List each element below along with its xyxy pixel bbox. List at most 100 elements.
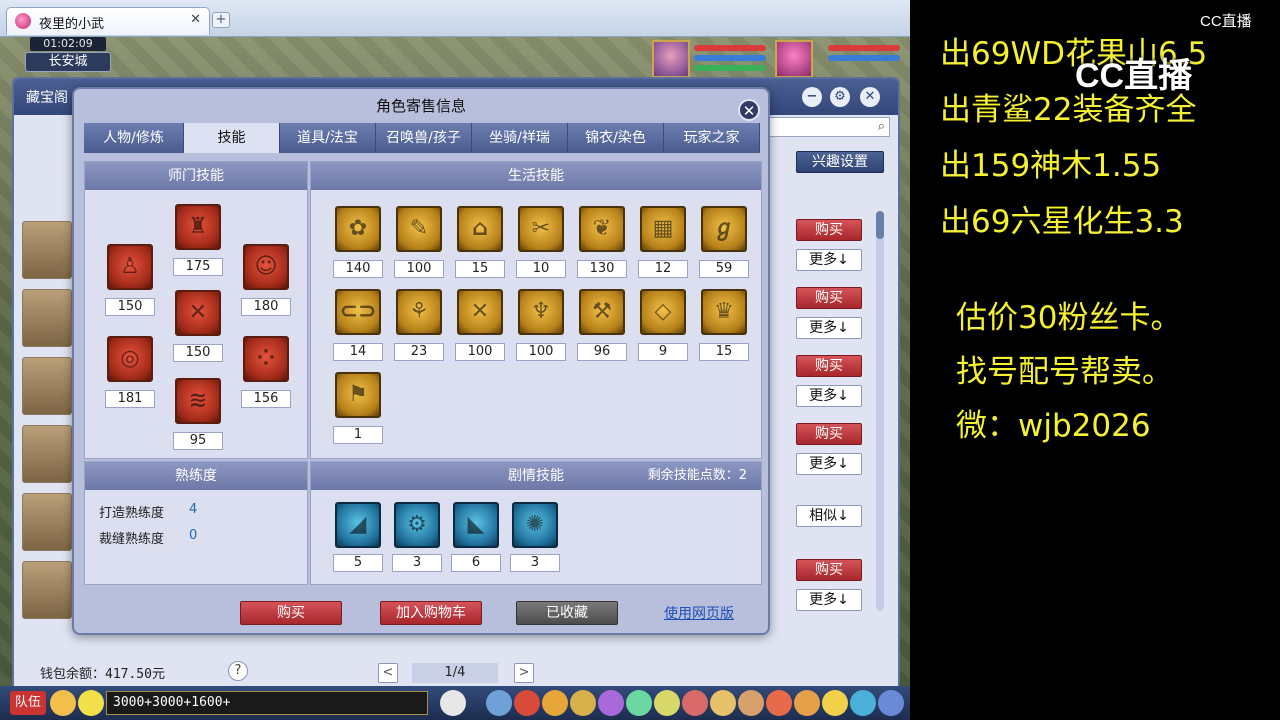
pet-menu-icon[interactable] [626,690,652,716]
life-skill-icon[interactable]: ⊂⊃ [335,289,381,335]
scrollbar-thumb[interactable] [876,211,884,239]
story-skill-icon[interactable]: ✺ [512,502,558,548]
school-skill-icon[interactable]: ☺ [243,244,289,290]
story-skill-icon[interactable]: ◣ [453,502,499,548]
collected-button[interactable]: 已收藏 [516,601,618,625]
school-skill-icon[interactable]: ◎ [107,336,153,382]
listing-thumbnail[interactable] [22,493,72,551]
story-skills-panel: 剧情技能 剩余技能点数：2 ◢ 5 ⚙ 3 ◣ 6 ✺ 3 [310,461,762,585]
life-skill-icon[interactable]: ℊ [701,206,747,252]
new-tab-button[interactable]: + [212,12,230,28]
player-avatar[interactable] [652,40,690,78]
listing-more-button[interactable]: 更多↓ [796,249,862,271]
life-skill-icon[interactable]: ♆ [518,289,564,335]
prev-page-button[interactable]: < [378,663,398,683]
microphone-icon[interactable] [50,690,76,716]
minimize-button[interactable]: − [802,87,822,107]
shop-icon[interactable] [766,690,792,716]
story-skill-icon[interactable]: ⚙ [394,502,440,548]
school-skill-level: 180 [241,298,291,316]
friends-icon[interactable] [738,690,764,716]
task-icon[interactable] [654,690,680,716]
next-page-button[interactable]: > [514,663,534,683]
close-window-button[interactable]: ✕ [860,87,880,107]
settings-button[interactable]: ⚙ [830,87,850,107]
life-skill-icon[interactable]: ⌂ [457,206,503,252]
listing-buy-button[interactable]: 购买 [796,559,862,581]
life-skills-panel: 生活技能 ✿ 140 ✎ 100 ⌂ 15 ✂ 10 ❦ 130 ▦ 12 ℊ 59 ⊂⊃ 14 ⚘ 23 ✕ 100… [310,161,762,459]
life-skill-icon[interactable]: ✂ [518,206,564,252]
dialog-close-button[interactable]: ✕ [738,99,760,121]
life-skill-icon[interactable]: ⚑ [335,372,381,418]
life-skill-icon[interactable]: ♛ [701,289,747,335]
gang-icon[interactable] [682,690,708,716]
listing-more-button[interactable]: 更多↓ [796,589,862,611]
listing-more-button[interactable]: 相似↓ [796,505,862,527]
emote-icon[interactable] [78,690,104,716]
system-icon[interactable] [850,690,876,716]
page-indicator: 1/4 [412,663,498,683]
life-skill-icon[interactable]: ✕ [457,289,503,335]
pet-avatar[interactable] [775,40,813,78]
school-skills-panel: 师门技能 ♙ 150 ♜ 175 ☺ 180 ✕ 150 ◎ 181 ⁘ 156… [84,161,308,459]
listing-buy-button[interactable]: 购买 [796,423,862,445]
life-skill-icon[interactable]: ✿ [335,206,381,252]
school-skill-icon[interactable]: ⁘ [243,336,289,382]
tab-close-icon[interactable]: ✕ [190,12,201,27]
item-icon[interactable] [514,690,540,716]
listing-thumbnail[interactable] [22,561,72,619]
school-skill-icon[interactable]: ✕ [175,290,221,336]
quick-icon[interactable] [710,690,736,716]
browser-tab[interactable]: 夜里的小武 ✕ [6,7,210,35]
tab-pets[interactable]: 召唤兽/孩子 [376,123,472,153]
life-skill-icon[interactable]: ⚒ [579,289,625,335]
tab-outfits[interactable]: 锦衣/染色 [568,123,664,153]
chat-input[interactable]: 3000+3000+1600+ [106,691,428,715]
school-skill-icon[interactable]: ♙ [107,244,153,290]
listing-more-button[interactable]: 更多↓ [796,317,862,339]
listing-thumbnail[interactable] [22,289,72,347]
listing-thumbnail[interactable] [22,221,72,279]
listing-thumbnail[interactable] [22,425,72,483]
buy-button[interactable]: 购买 [240,601,342,625]
listing-more-button[interactable]: 更多↓ [796,453,862,475]
listing-buy-button[interactable]: 购买 [796,287,862,309]
add-to-cart-button[interactable]: 加入购物车 [380,601,482,625]
tab-home[interactable]: 玩家之家 [664,123,760,153]
listing-scrollbar[interactable] [876,211,884,611]
give-icon[interactable] [542,690,568,716]
search-icon[interactable]: ⌕ [878,119,885,134]
story-skill-level: 5 [333,554,383,572]
school-skill-icon[interactable]: ≋ [175,378,221,424]
rank-icon[interactable] [794,690,820,716]
life-skill-icon[interactable]: ✎ [396,206,442,252]
attack-icon[interactable] [486,690,512,716]
listing-buy-button[interactable]: 购买 [796,355,862,377]
pet-icon[interactable] [440,690,466,716]
team-icon[interactable] [598,690,624,716]
listing-thumbnail[interactable] [22,357,72,415]
life-skill-icon[interactable]: ◇ [640,289,686,335]
life-skill-icon[interactable]: ▦ [640,206,686,252]
smile-icon[interactable] [822,690,848,716]
menu-icon[interactable] [878,690,904,716]
listing-more-button[interactable]: 更多↓ [796,385,862,407]
life-skill-icon[interactable]: ❦ [579,206,625,252]
tab-character[interactable]: 人物/修炼 [84,123,184,153]
team-button[interactable]: 队伍 [10,691,46,715]
tab-mounts[interactable]: 坐骑/祥瑞 [472,123,568,153]
tailoring-proficiency-value: 0 [189,528,198,543]
story-skill-level: 3 [510,554,560,572]
school-skill-icon[interactable]: ♜ [175,204,221,250]
tab-items[interactable]: 道具/法宝 [280,123,376,153]
interest-settings-button[interactable]: 兴趣设置 [796,151,884,173]
trade-icon[interactable] [570,690,596,716]
help-icon[interactable]: ? [228,661,248,681]
tab-skills[interactable]: 技能 [184,123,280,153]
life-skill-icon[interactable]: ⚘ [396,289,442,335]
life-skill-level: 15 [455,260,505,278]
web-version-link[interactable]: 使用网页版 [664,603,734,623]
listing-buy-button[interactable]: 购买 [796,219,862,241]
school-skill-level: 175 [173,258,223,276]
story-skill-icon[interactable]: ◢ [335,502,381,548]
